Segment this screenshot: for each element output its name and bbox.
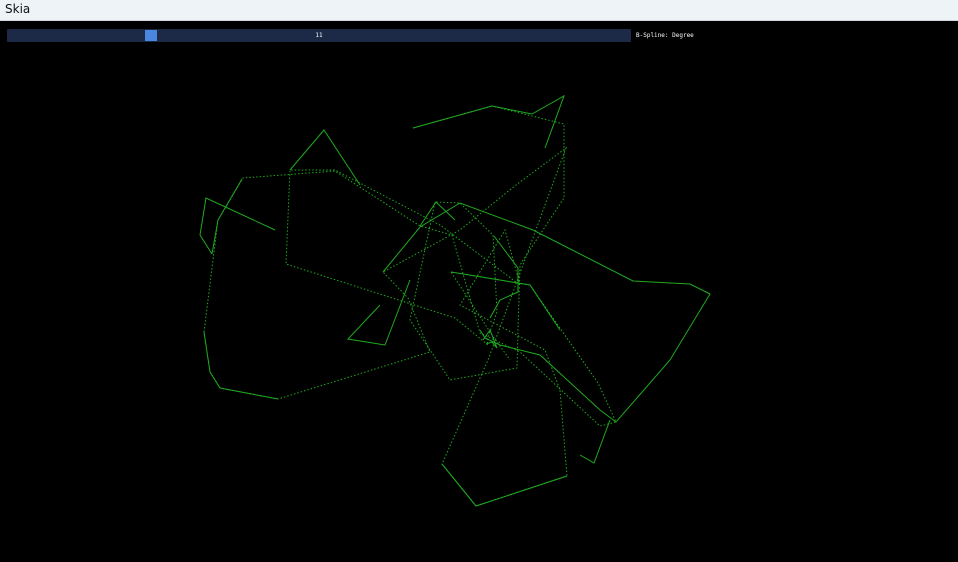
bspline-curve — [289, 129, 361, 186]
bspline-curve — [441, 463, 568, 507]
bspline-curve — [450, 271, 561, 331]
degree-slider[interactable]: 11 — [7, 29, 631, 42]
bspline-curve — [382, 202, 711, 423]
bspline-curve — [211, 178, 243, 255]
bspline-curve — [203, 331, 279, 400]
bspline-curve — [412, 94, 565, 149]
bspline-curve — [419, 201, 456, 227]
bspline-curve — [579, 419, 611, 464]
bspline-curve — [199, 197, 276, 255]
slider-label: B-Spline: Degree — [636, 32, 694, 39]
bspline-curve — [346, 279, 411, 346]
slider-value: 11 — [315, 32, 323, 39]
control-polygon — [203, 105, 617, 507]
bspline-plot — [199, 94, 711, 507]
